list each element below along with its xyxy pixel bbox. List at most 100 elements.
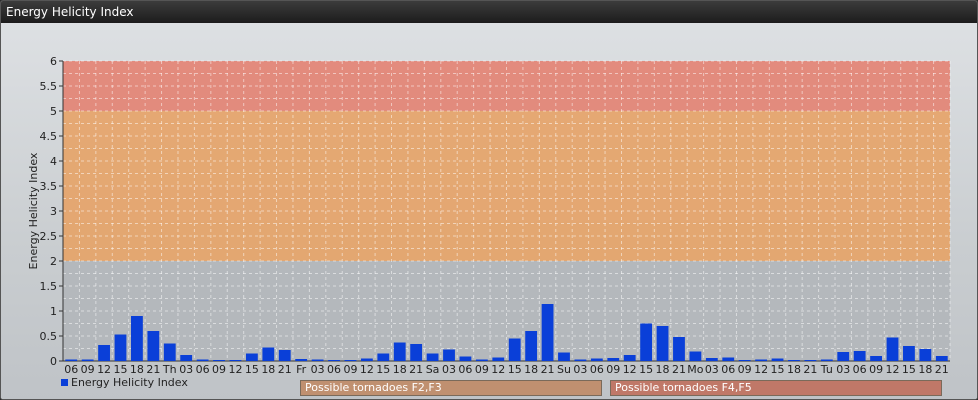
bar xyxy=(607,358,620,361)
x-tick-label: Mo xyxy=(687,363,703,376)
x-tick-label: 12 xyxy=(754,363,768,376)
x-tick-label: 21 xyxy=(672,363,686,376)
x-tick-label: 12 xyxy=(623,363,637,376)
x-tick-label: 03 xyxy=(311,363,325,376)
bar xyxy=(640,323,653,361)
bar xyxy=(131,316,143,361)
bar xyxy=(311,359,324,361)
bar xyxy=(623,355,636,361)
bar xyxy=(590,358,603,361)
x-tick-label: 12 xyxy=(360,363,374,376)
y-tick-label: 1 xyxy=(50,305,57,318)
x-tick-label: 09 xyxy=(869,363,883,376)
x-tick-label: 03 xyxy=(179,363,193,376)
bar xyxy=(837,352,850,361)
bar xyxy=(525,331,538,361)
y-tick-label: 5.5 xyxy=(40,80,58,93)
x-tick-label: 21 xyxy=(935,363,949,376)
bar xyxy=(558,352,570,361)
bar xyxy=(673,337,685,361)
ehi-chart: 0 0.5 1 1.5 2 2.5 3 3.5 4 4.5 5 5.5 6 Energy Helicity… xyxy=(27,55,951,389)
x-tick-label: 03 xyxy=(836,363,850,376)
x-tick-label: 15 xyxy=(639,363,653,376)
x-tick-label: 12 xyxy=(491,363,505,376)
y-axis-label: Energy Helicity Index xyxy=(27,152,40,269)
x-tick-label: 09 xyxy=(81,363,95,376)
chart-window: Energy Helicity Index 0 0.5 1 1.5 2 2.5 3 3.5 4 4… xyxy=(0,0,978,400)
bar xyxy=(722,357,735,361)
x-tick-label: 18 xyxy=(524,363,538,376)
y-tick-label: 6 xyxy=(50,55,57,68)
bar xyxy=(81,359,94,361)
bar xyxy=(820,359,833,361)
bar xyxy=(443,349,455,361)
x-tick-label: 12 xyxy=(228,363,242,376)
bar xyxy=(689,351,702,361)
x-tick-label: 15 xyxy=(508,363,522,376)
x-tick-label: Su xyxy=(557,363,571,376)
x-tick-label: 18 xyxy=(656,363,670,376)
x-tick-label: Tu xyxy=(820,363,833,376)
bar xyxy=(196,359,209,361)
y-tick-label: 4 xyxy=(50,155,57,168)
bar xyxy=(788,360,800,361)
x-tick-label: 21 xyxy=(278,363,292,376)
bar xyxy=(262,347,275,361)
x-tick-label: 18 xyxy=(261,363,275,376)
bar xyxy=(393,342,406,361)
x-tick-label: 09 xyxy=(212,363,226,376)
x-tick-label: 18 xyxy=(787,363,801,376)
bar xyxy=(295,359,308,361)
x-tick-label: 15 xyxy=(902,363,916,376)
x-tick-label: 15 xyxy=(245,363,259,376)
x-tick-label: 09 xyxy=(343,363,357,376)
y-tick-label: 4.5 xyxy=(40,130,58,143)
bar xyxy=(213,360,225,361)
bar xyxy=(114,334,127,361)
x-tick-label: 15 xyxy=(113,363,127,376)
x-tick-label: 21 xyxy=(146,363,160,376)
bar xyxy=(574,359,587,361)
bar xyxy=(328,360,340,361)
x-tick-label: 06 xyxy=(458,363,472,376)
x-tick-label: 21 xyxy=(409,363,423,376)
y-tick-label: 3.5 xyxy=(40,180,58,193)
bar xyxy=(245,353,258,361)
bar xyxy=(886,337,899,361)
x-tick-label: 06 xyxy=(64,363,78,376)
x-tick-label: 18 xyxy=(918,363,932,376)
bar xyxy=(738,360,751,361)
y-tick-label: 2.5 xyxy=(40,230,58,243)
bar xyxy=(656,326,669,361)
x-tick-label: 06 xyxy=(327,363,341,376)
y-tick-label: 5 xyxy=(50,105,57,118)
x-tick-label: Fr xyxy=(296,363,307,376)
x-tick-label: 18 xyxy=(130,363,144,376)
bar xyxy=(903,346,915,361)
bar xyxy=(360,358,373,361)
bar xyxy=(804,360,817,361)
bar xyxy=(541,304,554,361)
bar xyxy=(426,353,439,361)
bar xyxy=(65,359,78,361)
x-tick-label: 06 xyxy=(590,363,604,376)
y-tick-label: 1.5 xyxy=(40,280,58,293)
bar xyxy=(935,356,948,361)
x-tick-label: Sa xyxy=(426,363,440,376)
bar xyxy=(377,353,390,361)
x-tick-label: 09 xyxy=(606,363,620,376)
bar xyxy=(459,356,472,361)
legend-band-f4f5: Possible tornadoes F4,F5 xyxy=(610,380,942,396)
y-tick-label: 0 xyxy=(50,355,57,368)
x-tick-label: 06 xyxy=(853,363,867,376)
x-tick-label: 18 xyxy=(393,363,407,376)
bar xyxy=(870,356,882,361)
bar xyxy=(410,344,423,361)
bar xyxy=(853,351,866,361)
x-tick-label: 15 xyxy=(376,363,390,376)
legend-series-label: Energy Helicity Index xyxy=(71,376,188,389)
bar xyxy=(705,358,718,361)
y-tick-label: 3 xyxy=(50,205,57,218)
bar xyxy=(475,359,488,361)
bar xyxy=(278,350,291,361)
